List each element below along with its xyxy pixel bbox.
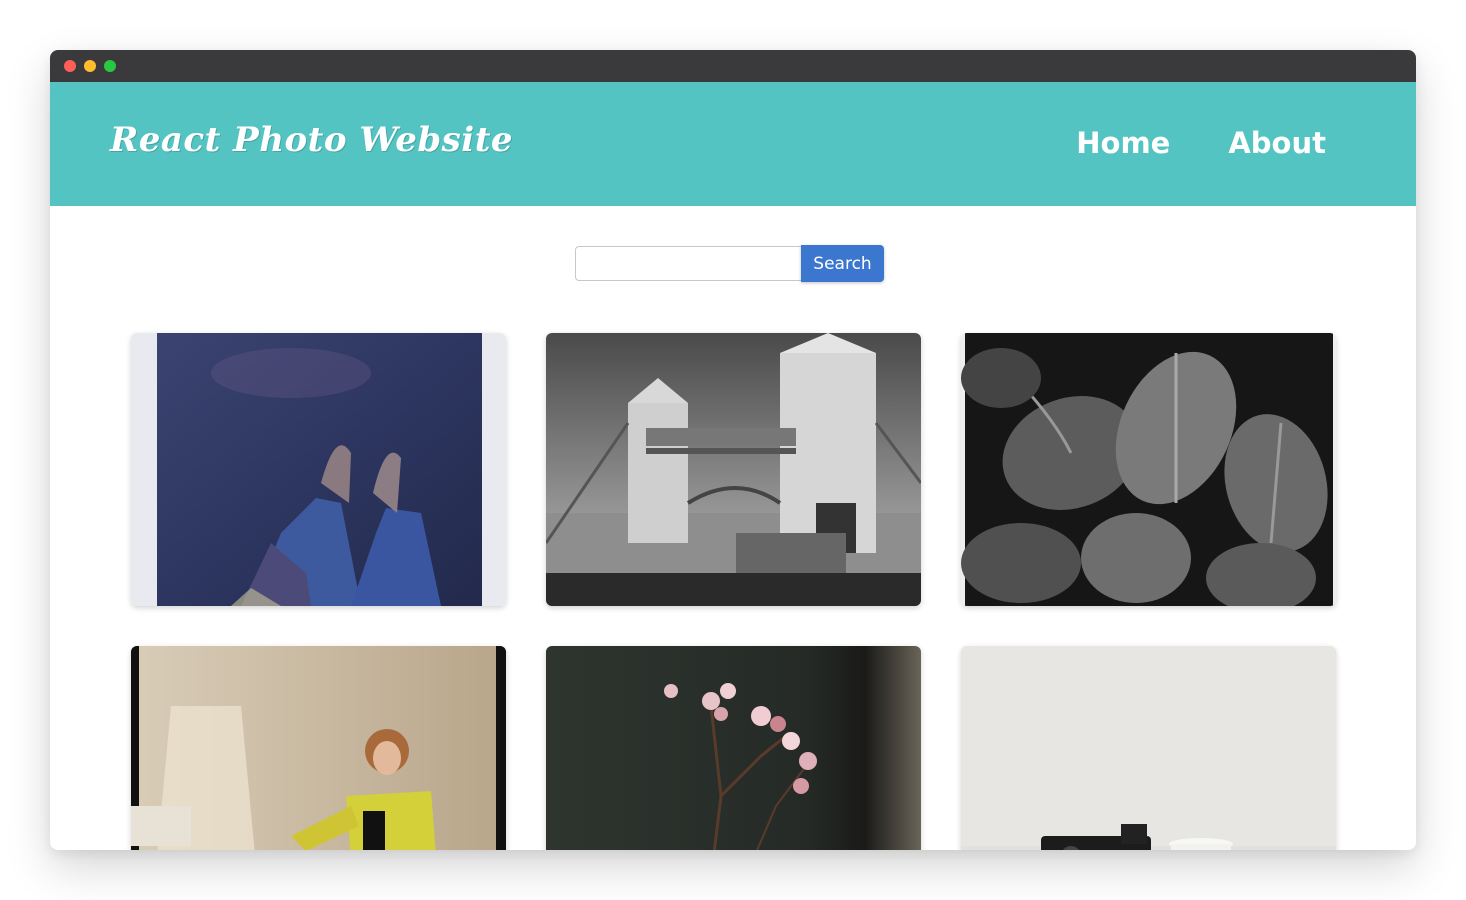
photo-card[interactable] bbox=[961, 646, 1336, 850]
photo-woman-yellow-jacket-image bbox=[131, 646, 506, 850]
nav-link-home[interactable]: Home bbox=[1076, 126, 1170, 160]
minimize-window-icon[interactable] bbox=[84, 60, 96, 72]
photo-pink-flowers-image bbox=[546, 646, 921, 850]
browser-window: React Photo Website Home About Search bbox=[50, 50, 1416, 850]
search-input[interactable] bbox=[575, 246, 801, 281]
photo-tower-bridge-image bbox=[546, 333, 921, 606]
maximize-window-icon[interactable] bbox=[104, 60, 116, 72]
nav-links: Home About bbox=[1076, 126, 1326, 160]
site-brand[interactable]: React Photo Website bbox=[110, 120, 513, 160]
photo-gallery bbox=[131, 333, 1336, 850]
photo-camera-white-image bbox=[961, 646, 1336, 850]
search-button[interactable]: Search bbox=[801, 245, 884, 282]
photo-card[interactable] bbox=[131, 646, 506, 850]
photo-card[interactable] bbox=[546, 333, 921, 606]
close-window-icon[interactable] bbox=[64, 60, 76, 72]
search-form: Search bbox=[575, 245, 884, 282]
nav-link-about[interactable]: About bbox=[1228, 126, 1326, 160]
window-titlebar bbox=[50, 50, 1416, 82]
site-navbar: React Photo Website Home About bbox=[50, 82, 1416, 206]
photo-polaroid-feet-image bbox=[131, 333, 506, 606]
photo-monstera-leaves-image bbox=[961, 333, 1336, 606]
photo-card[interactable] bbox=[961, 333, 1336, 606]
photo-card[interactable] bbox=[546, 646, 921, 850]
photo-card[interactable] bbox=[131, 333, 506, 606]
